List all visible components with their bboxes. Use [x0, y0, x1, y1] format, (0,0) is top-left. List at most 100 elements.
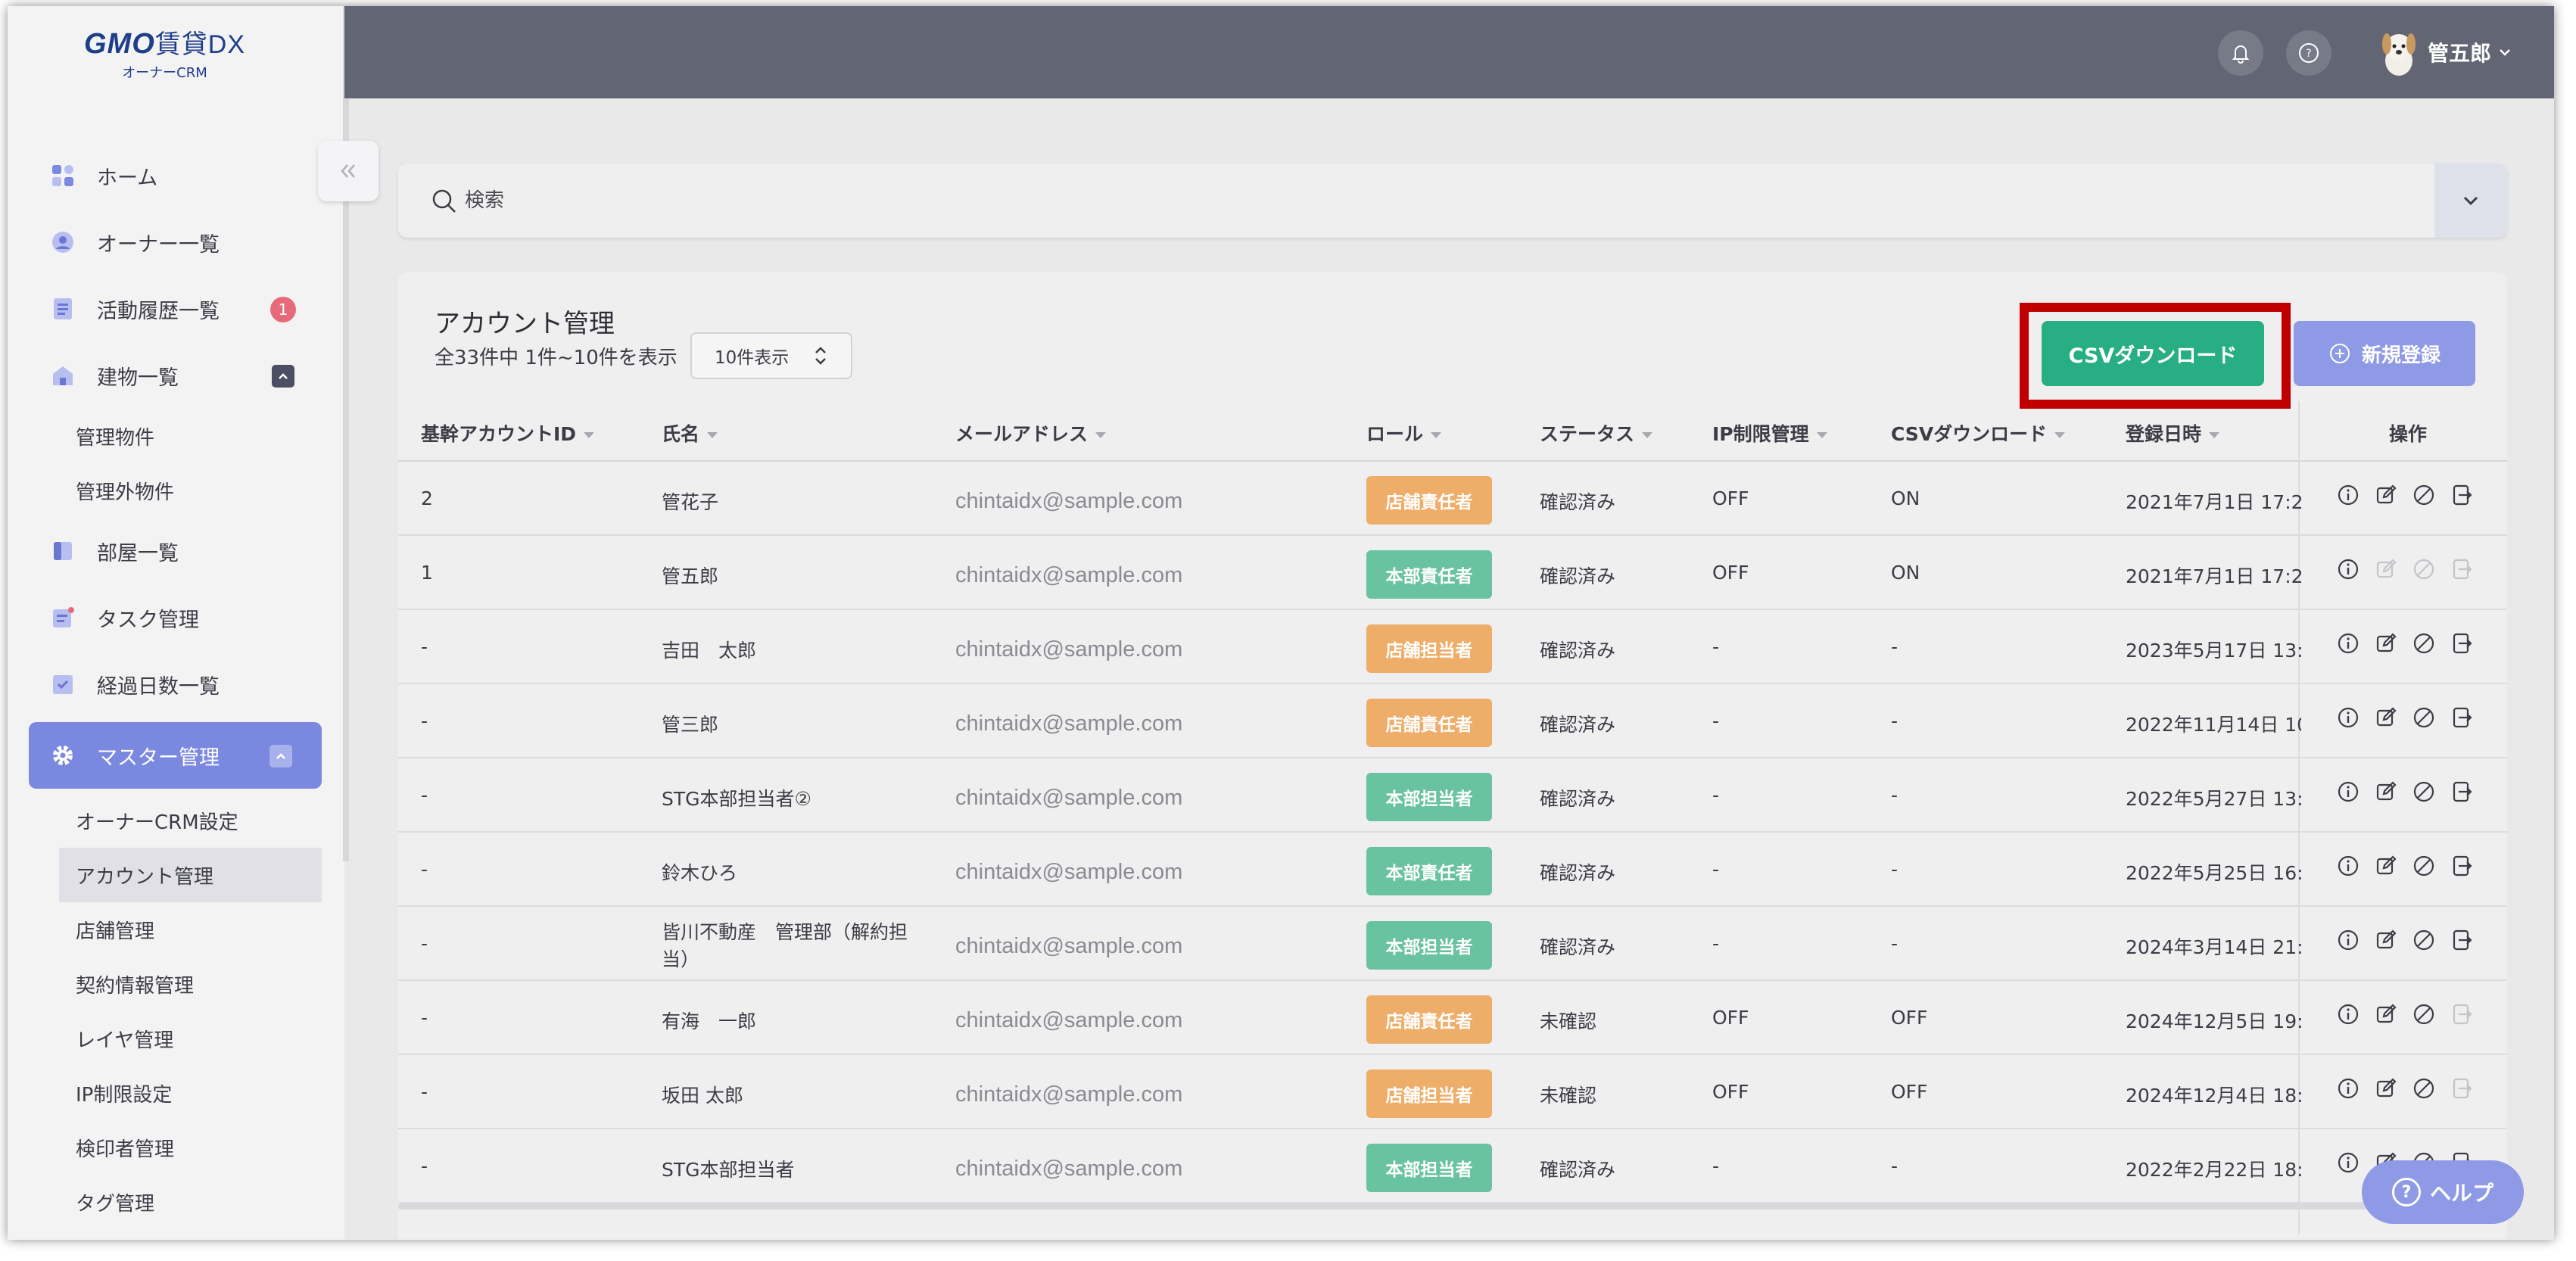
edit-icon[interactable]	[2374, 705, 2398, 733]
search-expand-button[interactable]	[2434, 163, 2507, 238]
info-icon[interactable]	[2336, 1002, 2360, 1029]
switch-account-icon[interactable]	[2450, 928, 2474, 955]
logo[interactable]: GMO賃貸DX オーナーCRM	[8, 6, 344, 98]
chevron-up-icon[interactable]	[272, 365, 294, 388]
user-menu[interactable]: 管五郎	[2376, 27, 2512, 77]
edit-icon[interactable]	[2374, 1002, 2398, 1029]
sidebar-item-tasks[interactable]: タスク管理	[8, 584, 344, 651]
sidebar-item-rooms[interactable]: 部屋一覧	[8, 518, 344, 584]
sidebar-subitem-crm-settings[interactable]: オーナーCRM設定	[59, 793, 322, 848]
col-header-id[interactable]: 基幹アカウントID	[421, 419, 595, 447]
col-header-email[interactable]: メールアドレス	[955, 419, 1107, 447]
search-input[interactable]	[465, 185, 2357, 216]
table-row[interactable]: - 坂田 太郎 chintaidx@sample.com 未確認 OFF OFF 2024年…	[398, 1055, 2507, 1129]
sidebar-scrollbar[interactable]	[343, 6, 349, 861]
sidebar-subitem-managed[interactable]: 管理物件	[8, 409, 344, 463]
info-icon[interactable]	[2336, 1076, 2360, 1104]
sidebar-item-elapsed-days[interactable]: 経過日数一覧	[8, 651, 344, 718]
notification-button[interactable]	[2218, 30, 2263, 76]
col-header-csv[interactable]: CSVダウンロード	[1891, 419, 2066, 447]
table-row[interactable]: 1 管五郎 chintaidx@sample.com 確認済み OFF ON 2021年7月…	[398, 536, 2507, 610]
switch-account-icon	[2450, 557, 2474, 584]
col-header-role[interactable]: ロール	[1366, 419, 1442, 447]
question-icon: ?	[2391, 1178, 2421, 1207]
edit-icon[interactable]	[2374, 928, 2398, 955]
sidebar-subitem-unmanaged[interactable]: 管理外物件	[8, 463, 344, 518]
edit-icon[interactable]	[2374, 854, 2398, 881]
cell-id: -	[421, 784, 428, 806]
table-row[interactable]: - 鈴木ひろ chintaidx@sample.com 確認済み - - 2022年5月25…	[398, 833, 2507, 907]
info-icon[interactable]	[2336, 1150, 2360, 1178]
sidebar-item-home[interactable]: ホーム	[8, 142, 344, 209]
help-button[interactable]: ?	[2286, 30, 2331, 76]
task-icon	[53, 607, 74, 627]
cell-status: 確認済み	[1540, 640, 1616, 662]
sidebar-item-owners[interactable]: オーナー一覧	[8, 209, 344, 276]
info-icon[interactable]	[2336, 928, 2360, 955]
switch-account-icon[interactable]	[2450, 780, 2474, 807]
table-row[interactable]: - STG本部担当者 chintaidx@sample.com 確認済み - - 2022年…	[398, 1129, 2507, 1203]
cell-ip-restriction: -	[1712, 784, 1720, 806]
table-row[interactable]: - 吉田 太郎 chintaidx@sample.com 確認済み - - 2023年5月1…	[398, 610, 2507, 684]
edit-icon[interactable]	[2374, 1076, 2398, 1104]
sidebar-subitem-store[interactable]: 店舗管理	[59, 902, 322, 957]
info-icon[interactable]	[2336, 483, 2360, 510]
disable-icon[interactable]	[2412, 483, 2436, 510]
sidebar-subitem-inspector[interactable]: 検印者管理	[59, 1120, 322, 1175]
sidebar-subitem-ip[interactable]: IP制限設定	[59, 1066, 322, 1120]
cell-id: -	[421, 1007, 428, 1029]
disable-icon[interactable]	[2412, 631, 2436, 659]
sidebar-item-buildings[interactable]: 建物一覧	[8, 342, 344, 409]
cell-ip-restriction: -	[1712, 933, 1720, 954]
info-icon[interactable]	[2336, 854, 2360, 881]
cell-email: chintaidx@sample.com	[955, 934, 1183, 958]
cell-date: 2022年2月22日 18:1	[2126, 1159, 2301, 1181]
disable-icon[interactable]	[2412, 780, 2436, 807]
sidebar-subitem-account[interactable]: アカウント管理	[59, 848, 322, 902]
switch-account-icon[interactable]	[2450, 483, 2474, 510]
sidebar-item-master[interactable]: マスター管理	[29, 722, 322, 789]
sidebar-subitem-contract[interactable]: 契約情報管理	[59, 957, 322, 1011]
edit-icon[interactable]	[2374, 631, 2398, 659]
switch-account-icon[interactable]	[2450, 854, 2474, 881]
edit-icon[interactable]	[2374, 483, 2398, 510]
sidebar-subitem-layer[interactable]: レイヤ管理	[59, 1011, 322, 1066]
table-row[interactable]: - 管三郎 chintaidx@sample.com 確認済み - - 2022年11月14…	[398, 684, 2507, 758]
table-row[interactable]: - STG本部担当者② chintaidx@sample.com 確認済み - - 2022…	[398, 758, 2507, 833]
page-size-select[interactable]: 10件表示	[690, 332, 852, 379]
disable-icon[interactable]	[2412, 854, 2436, 881]
table-row[interactable]: - 皆川不動産 管理部（解約担当） chintaidx@sample.com 確認済み…	[398, 907, 2507, 981]
horizontal-scrollbar[interactable]	[398, 1203, 2412, 1210]
cell-status: 確認済み	[1540, 714, 1616, 736]
chevron-up-icon[interactable]	[269, 745, 292, 767]
info-icon[interactable]	[2336, 705, 2360, 733]
topbar: ? 管五郎	[344, 6, 2554, 98]
disable-icon[interactable]	[2412, 928, 2436, 955]
result-count: 全33件中 1件~10件を表示	[435, 347, 677, 369]
role-badge: 店舗責任者	[1366, 995, 1492, 1044]
role-badge: 店舗担当者	[1366, 1070, 1492, 1118]
disable-icon[interactable]	[2412, 1002, 2436, 1029]
col-header-ip[interactable]: IP制限管理	[1712, 419, 1827, 447]
sidebar-item-activity[interactable]: 活動履歴一覧 1	[8, 276, 344, 342]
help-floating-button[interactable]: ? ヘルプ	[2362, 1160, 2524, 1224]
sidebar-subitem-tags[interactable]: タグ管理	[59, 1175, 322, 1229]
cell-ip-restriction: OFF	[1712, 562, 1749, 584]
col-header-status[interactable]: ステータス	[1540, 419, 1653, 447]
new-register-button[interactable]: 新規登録	[2294, 321, 2475, 386]
table-row[interactable]: - 有海 一郎 chintaidx@sample.com 未確認 OFF OFF 2024年…	[398, 981, 2507, 1055]
edit-icon[interactable]	[2374, 780, 2398, 807]
disable-icon[interactable]	[2412, 705, 2436, 733]
row-actions	[2336, 557, 2474, 584]
avatar	[2382, 33, 2416, 76]
info-icon[interactable]	[2336, 780, 2360, 807]
disable-icon[interactable]	[2412, 1076, 2436, 1104]
col-header-name[interactable]: 氏名	[662, 419, 718, 447]
info-icon[interactable]	[2336, 557, 2360, 584]
info-icon[interactable]	[2336, 631, 2360, 659]
table-row[interactable]: 2 管花子 chintaidx@sample.com 確認済み OFF ON 2021年7月…	[398, 462, 2507, 536]
switch-account-icon[interactable]	[2450, 631, 2474, 659]
switch-account-icon[interactable]	[2450, 705, 2474, 733]
col-header-date[interactable]: 登録日時	[2126, 419, 2220, 447]
collapse-sidebar-button[interactable]	[318, 141, 378, 201]
